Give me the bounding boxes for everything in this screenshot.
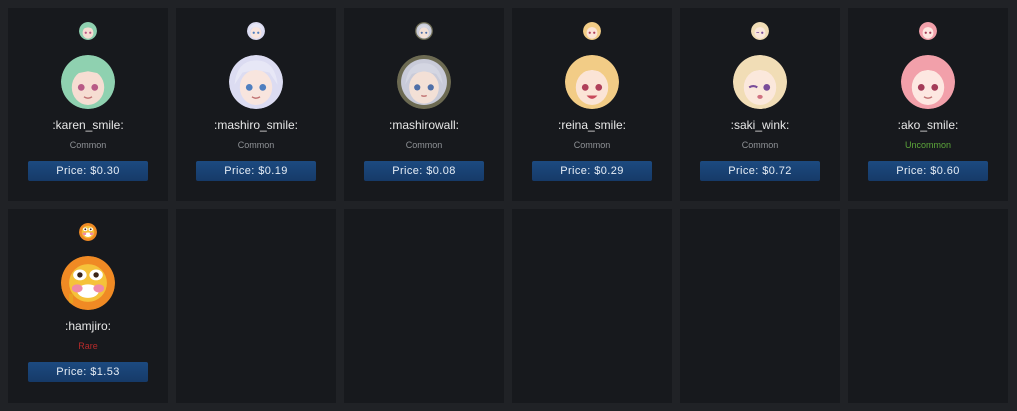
emoticon-small-icon <box>919 22 937 40</box>
rarity-label: Rare <box>78 341 98 351</box>
emoticon-name: :mashiro_smile: <box>213 118 299 132</box>
emoticon-card[interactable]: :mashirowall: Common Price: $0.08 <box>344 8 504 201</box>
emoticon-small-icon <box>415 22 433 40</box>
emoticon-small-icon <box>79 223 97 241</box>
price-button[interactable]: Price: $0.60 <box>868 161 988 181</box>
empty-slot <box>344 209 504 403</box>
rarity-label: Common <box>69 140 107 150</box>
empty-slot <box>176 209 336 403</box>
price-button[interactable]: Price: $0.08 <box>364 161 484 181</box>
emoticon-small-icon <box>79 22 97 40</box>
emoticon-large-icon <box>229 55 283 109</box>
empty-slot <box>848 209 1008 403</box>
emoticon-card[interactable]: :ako_smile: Uncommon Price: $0.60 <box>848 8 1008 201</box>
emoticon-small-icon <box>751 22 769 40</box>
emoticon-card[interactable]: :saki_wink: Common Price: $0.72 <box>680 8 840 201</box>
emoticon-small-icon <box>583 22 601 40</box>
rarity-label: Uncommon <box>904 140 951 150</box>
rarity-label: Common <box>741 140 779 150</box>
emoticon-card[interactable]: :reina_smile: Common Price: $0.29 <box>512 8 672 201</box>
emoticon-name: :mashirowall: <box>388 118 460 132</box>
emoticon-small-icon <box>247 22 265 40</box>
price-button[interactable]: Price: $0.30 <box>28 161 148 181</box>
emoticon-large-icon <box>397 55 451 109</box>
emoticon-large-icon <box>61 55 115 109</box>
price-button[interactable]: Price: $0.19 <box>196 161 316 181</box>
price-button[interactable]: Price: $0.72 <box>700 161 820 181</box>
emoticon-card[interactable]: :hamjiro: Rare Price: $1.53 <box>8 209 168 403</box>
emoticon-name: :hamjiro: <box>64 319 111 333</box>
emoticon-card[interactable]: :karen_smile: Common Price: $0.30 <box>8 8 168 201</box>
emoticon-large-icon <box>733 55 787 109</box>
empty-slot <box>680 209 840 403</box>
empty-slot <box>512 209 672 403</box>
emoticon-large-icon <box>61 256 115 310</box>
rarity-label: Common <box>573 140 611 150</box>
emoticon-name: :karen_smile: <box>52 118 124 132</box>
emoticon-large-icon <box>901 55 955 109</box>
rarity-label: Common <box>405 140 443 150</box>
emoticon-name: :ako_smile: <box>897 118 959 132</box>
emoticon-name: :saki_wink: <box>730 118 790 132</box>
emoticon-large-icon <box>565 55 619 109</box>
emoticon-card[interactable]: :mashiro_smile: Common Price: $0.19 <box>176 8 336 201</box>
rarity-label: Common <box>237 140 275 150</box>
emoticon-name: :reina_smile: <box>557 118 627 132</box>
price-button[interactable]: Price: $0.29 <box>532 161 652 181</box>
price-button[interactable]: Price: $1.53 <box>28 362 148 382</box>
emoticon-grid: :karen_smile: Common Price: $0.30 :mashi… <box>8 8 1008 403</box>
